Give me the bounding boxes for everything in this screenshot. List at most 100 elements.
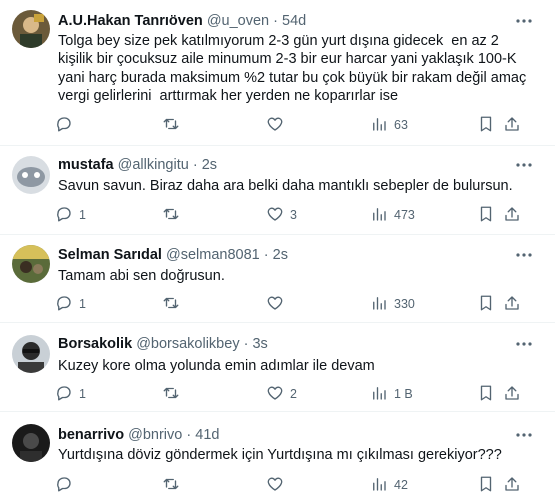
like-button[interactable] xyxy=(266,115,290,135)
reply-icon xyxy=(55,294,73,315)
avatar[interactable] xyxy=(12,245,50,283)
more-icon[interactable] xyxy=(515,12,533,30)
author-handle[interactable]: @u_oven xyxy=(207,13,269,29)
bookmark-icon xyxy=(477,294,495,315)
author-name[interactable]: Borsakolik xyxy=(58,336,132,352)
share-button[interactable] xyxy=(503,205,521,225)
tweet-header: A.U.Hakan Tanrıöven @u_oven · 54d xyxy=(58,12,306,30)
retweet-button[interactable] xyxy=(162,205,186,225)
author-name[interactable]: Selman Sarıdal xyxy=(58,247,162,263)
tweet[interactable]: Borsakolik @borsakolikbey · 3s Kuzey kor… xyxy=(0,323,555,412)
reply-icon xyxy=(55,475,73,496)
share-icon xyxy=(503,115,521,136)
author-name[interactable]: A.U.Hakan Tanrıöven xyxy=(58,13,203,29)
tweet-actions: 1 330 xyxy=(0,294,555,314)
tweet[interactable]: A.U.Hakan Tanrıöven @u_oven · 54d Tolga … xyxy=(0,0,555,146)
tweet[interactable]: mustafa @allkingitu · 2s Savun savun. Bi… xyxy=(0,146,555,235)
more-icon[interactable] xyxy=(515,246,533,264)
views-icon xyxy=(370,384,388,405)
avatar[interactable] xyxy=(12,10,50,48)
share-button[interactable] xyxy=(503,115,521,135)
reply-count: 1 xyxy=(79,387,86,401)
timestamp[interactable]: 41d xyxy=(195,427,219,443)
author-handle[interactable]: @allkingitu xyxy=(118,157,189,173)
timestamp[interactable]: 2s xyxy=(202,157,217,173)
reply-button[interactable] xyxy=(55,115,79,135)
bookmark-button[interactable] xyxy=(477,384,495,404)
separator: · xyxy=(186,427,192,443)
views-button[interactable]: 330 xyxy=(370,294,415,314)
like-button[interactable]: 3 xyxy=(266,205,297,225)
share-icon xyxy=(503,294,521,315)
like-icon xyxy=(266,205,284,226)
views-button[interactable]: 63 xyxy=(370,115,408,135)
like-count: 3 xyxy=(290,208,297,222)
more-icon[interactable] xyxy=(515,426,533,444)
views-count: 63 xyxy=(394,118,408,132)
retweet-button[interactable] xyxy=(162,475,186,495)
retweet-icon xyxy=(162,205,180,226)
retweet-button[interactable] xyxy=(162,294,186,314)
views-button[interactable]: 42 xyxy=(370,475,408,495)
tweet-text: Yurtdışına döviz göndermek için Yurtdışı… xyxy=(58,447,502,463)
bookmark-button[interactable] xyxy=(477,294,495,314)
share-icon xyxy=(503,475,521,496)
tweet-text: Tolga bey size pek katılmıyorum 2-3 gün … xyxy=(58,33,531,105)
separator: · xyxy=(273,13,278,29)
avatar[interactable] xyxy=(12,424,50,462)
author-handle[interactable]: @selman8081 xyxy=(166,247,260,263)
avatar[interactable] xyxy=(12,335,50,373)
views-button[interactable]: 1 B xyxy=(370,384,413,404)
author-name[interactable]: benarrivo xyxy=(58,427,124,443)
avatar[interactable] xyxy=(12,156,50,194)
share-button[interactable] xyxy=(503,294,521,314)
views-count: 1 B xyxy=(394,387,413,401)
like-button[interactable]: 2 xyxy=(266,384,297,404)
reply-button[interactable] xyxy=(55,475,79,495)
separator: · xyxy=(192,157,198,173)
retweet-button[interactable] xyxy=(162,115,186,135)
views-button[interactable]: 473 xyxy=(370,205,415,225)
author-handle[interactable]: @borsakolikbey xyxy=(136,336,239,352)
retweet-button[interactable] xyxy=(162,384,186,404)
timestamp[interactable]: 2s xyxy=(273,247,288,263)
tweet[interactable]: benarrivo @bnrivo · 41d Yurtdışına döviz… xyxy=(0,412,555,503)
more-icon[interactable] xyxy=(515,156,533,174)
share-button[interactable] xyxy=(503,475,521,495)
bookmark-button[interactable] xyxy=(477,475,495,495)
reply-button[interactable]: 1 xyxy=(55,384,86,404)
tweet-header: Borsakolik @borsakolikbey · 3s xyxy=(58,335,268,353)
tweet-text: Tamam abi sen doğrusun. xyxy=(58,268,225,284)
retweet-icon xyxy=(162,294,180,315)
tweet[interactable]: Selman Sarıdal @selman8081 · 2s Tamam ab… xyxy=(0,235,555,323)
reply-icon xyxy=(55,205,73,226)
timestamp[interactable]: 54d xyxy=(282,13,306,29)
like-icon xyxy=(266,475,284,496)
views-count: 42 xyxy=(394,478,408,492)
like-count: 2 xyxy=(290,387,297,401)
views-icon xyxy=(370,115,388,136)
like-button[interactable] xyxy=(266,475,290,495)
views-count: 473 xyxy=(394,208,415,222)
views-icon xyxy=(370,294,388,315)
timestamp[interactable]: 3s xyxy=(252,336,267,352)
bookmark-icon xyxy=(477,475,495,496)
reply-button[interactable]: 1 xyxy=(55,294,86,314)
bookmark-button[interactable] xyxy=(477,115,495,135)
bookmark-button[interactable] xyxy=(477,205,495,225)
retweet-icon xyxy=(162,115,180,136)
tweet-actions: 63 xyxy=(0,115,555,135)
author-handle[interactable]: @bnrivo xyxy=(128,427,182,443)
author-name[interactable]: mustafa xyxy=(58,157,114,173)
more-icon[interactable] xyxy=(515,335,533,353)
separator: · xyxy=(243,336,249,352)
separator: · xyxy=(263,247,269,263)
share-button[interactable] xyxy=(503,384,521,404)
reply-button[interactable]: 1 xyxy=(55,205,86,225)
tweet-header: benarrivo @bnrivo · 41d xyxy=(58,426,219,444)
bookmark-icon xyxy=(477,205,495,226)
like-button[interactable] xyxy=(266,294,290,314)
share-icon xyxy=(503,384,521,405)
tweet-actions: 1 3 473 xyxy=(0,205,555,225)
tweet-header: mustafa @allkingitu · 2s xyxy=(58,156,217,174)
